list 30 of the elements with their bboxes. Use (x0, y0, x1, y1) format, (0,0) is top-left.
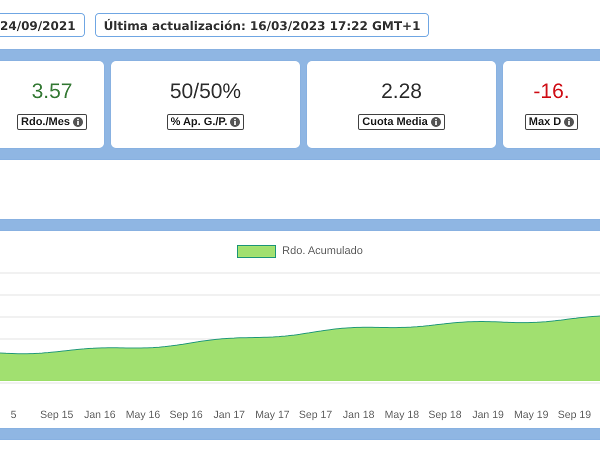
x-axis-label: Sep 19 (556, 409, 592, 421)
x-axis-label: 5 (10, 409, 18, 421)
x-axis-label: May 16 (124, 409, 162, 421)
x-axis-label: Sep 17 (298, 409, 334, 421)
x-axis-label: Jan 16 (83, 409, 117, 421)
x-axis-label: Sep 15 (39, 409, 74, 421)
stat-value: -16. (533, 80, 570, 104)
x-axis-label: Sep 16 (168, 409, 204, 421)
x-axis-label: May 18 (384, 409, 420, 421)
x-axis-label: Sep 18 (427, 409, 463, 421)
stat-label[interactable]: % Ap. G./P. (166, 114, 244, 130)
info-icon[interactable] (72, 116, 83, 126)
x-axis-label: May 17 (254, 409, 291, 421)
stat-label[interactable]: Cuota Media (358, 114, 445, 130)
x-axis-label: Jan 18 (342, 409, 376, 421)
legend-swatch[interactable] (237, 244, 276, 258)
stat-label[interactable]: Rdo./Mes (17, 114, 87, 130)
x-axis-label: May 19 (513, 409, 550, 421)
stat-value: 3.57 (32, 80, 72, 104)
x-axis-label: Jan 17 (212, 409, 246, 421)
stat-label[interactable]: Max D (524, 114, 578, 130)
x-axis-label: Jan 19 (471, 409, 505, 421)
info-icon[interactable] (430, 116, 441, 126)
stat-value: 50/50% (170, 80, 242, 104)
legend-label[interactable]: Rdo. Acumulado (282, 245, 363, 257)
update-badge: Última actualización: 16/03/2023 17:22 GMT+1 (94, 13, 430, 37)
info-icon[interactable] (564, 116, 574, 126)
stat-value: 2.28 (381, 80, 422, 104)
info-icon[interactable] (230, 116, 240, 126)
date-badge: 24/09/2021 (0, 13, 85, 37)
